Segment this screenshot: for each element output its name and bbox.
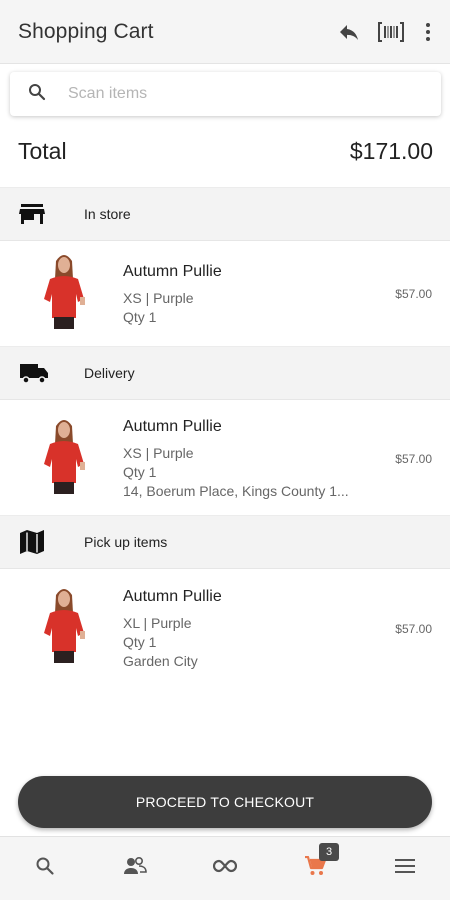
item-quantity: Qty 1: [123, 634, 157, 650]
app-bar: Shopping Cart: [0, 0, 450, 64]
nav-search[interactable]: [0, 837, 90, 900]
cart-item[interactable]: Autumn Pullie XS | Purple Qty 1 14, Boer…: [0, 400, 450, 515]
section-delivery: Delivery: [0, 346, 450, 400]
more-vertical-icon[interactable]: [420, 19, 436, 45]
scan-items-input[interactable]: [68, 85, 398, 103]
total-amount: $171.00: [349, 138, 433, 164]
truck-icon: [19, 362, 49, 384]
product-image: [44, 589, 85, 663]
section-pick-up: Pick up items: [0, 515, 450, 569]
page-title: Shopping Cart: [18, 19, 154, 43]
barcode-icon[interactable]: [376, 19, 406, 45]
item-variant: XS | Purple: [123, 290, 194, 306]
bottom-navigation: 3: [0, 836, 450, 900]
map-icon: [19, 529, 49, 555]
section-in-store: In store: [0, 187, 450, 241]
search-icon: [35, 856, 55, 881]
item-pickup-location: Garden City: [123, 653, 198, 669]
reply-icon[interactable]: [336, 19, 362, 45]
nav-people[interactable]: [90, 837, 180, 900]
item-variant: XL | Purple: [123, 615, 192, 631]
product-image: [44, 255, 85, 329]
item-variant: XS | Purple: [123, 445, 194, 461]
cart-item[interactable]: Autumn Pullie XL | Purple Qty 1 Garden C…: [0, 569, 450, 684]
scan-search-bar[interactable]: [10, 72, 441, 116]
proceed-to-checkout-button[interactable]: PROCEED TO CHECKOUT: [18, 776, 432, 828]
item-price: $57.00: [395, 452, 432, 466]
product-image: [44, 420, 85, 494]
total-label: Total: [18, 138, 67, 164]
store-icon: [19, 203, 49, 225]
search-icon: [28, 83, 46, 106]
cart-item[interactable]: Autumn Pullie XS | Purple Qty 1 $57.00: [0, 241, 450, 346]
nav-cart[interactable]: 3: [270, 837, 360, 900]
item-quantity: Qty 1: [123, 309, 157, 325]
item-quantity: Qty 1: [123, 464, 157, 480]
item-name: Autumn Pullie: [123, 263, 222, 280]
menu-icon: [395, 858, 415, 879]
item-price: $57.00: [395, 287, 432, 301]
item-name: Autumn Pullie: [123, 588, 222, 605]
nav-menu[interactable]: [360, 837, 450, 900]
section-label: In store: [84, 206, 131, 222]
nav-infinity[interactable]: [180, 837, 270, 900]
people-icon: [123, 856, 147, 881]
item-name: Autumn Pullie: [123, 418, 222, 435]
cart-total: Total $171.00: [18, 138, 433, 165]
item-price: $57.00: [395, 622, 432, 636]
section-label: Pick up items: [84, 534, 168, 550]
cart-count-badge: 3: [319, 843, 339, 861]
section-label: Delivery: [84, 365, 135, 381]
item-delivery-address: 14, Boerum Place, Kings County 1...: [123, 483, 349, 499]
infinity-icon: [212, 859, 238, 878]
